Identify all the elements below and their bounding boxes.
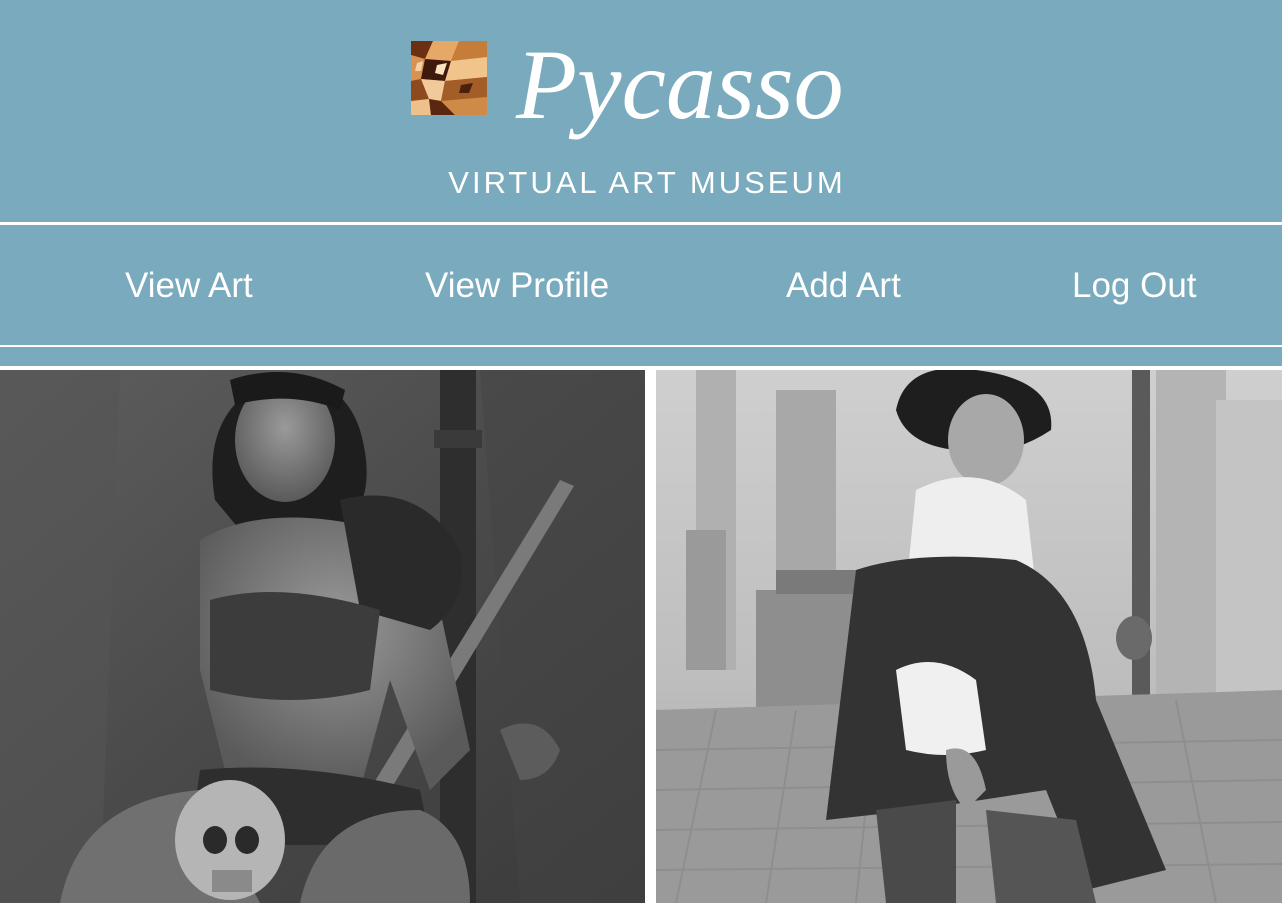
nav-bottom-band xyxy=(0,347,1282,366)
artwork-card[interactable] xyxy=(0,370,645,903)
brand: Pycasso xyxy=(0,30,1282,150)
abstract-cubist-logo-icon[interactable] xyxy=(411,41,487,115)
main-nav: View Art View Profile Add Art Log Out xyxy=(0,225,1282,345)
site-header: Pycasso VIRTUAL ART MUSEUM xyxy=(0,0,1282,222)
nav-view-profile-link[interactable]: View Profile xyxy=(425,265,609,307)
page: Pycasso VIRTUAL ART MUSEUM View Art View… xyxy=(0,0,1282,903)
site-title[interactable]: Pycasso xyxy=(516,30,844,140)
nav-view-art-link[interactable]: View Art xyxy=(125,265,253,307)
site-subtitle: VIRTUAL ART MUSEUM xyxy=(448,165,846,200)
nav-log-out-link[interactable]: Log Out xyxy=(1072,265,1197,307)
artwork-image xyxy=(656,370,1282,903)
artwork-card[interactable] xyxy=(656,370,1282,903)
artwork-image xyxy=(0,370,645,903)
art-gallery xyxy=(0,366,1282,903)
nav-add-art-link[interactable]: Add Art xyxy=(786,265,901,307)
